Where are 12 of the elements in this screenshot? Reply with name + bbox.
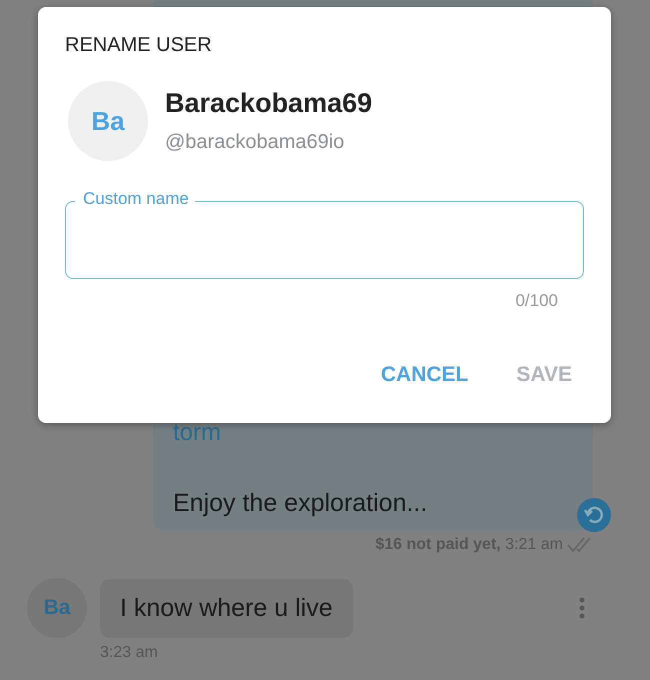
character-counter: 0/100 — [515, 291, 558, 311]
reply-icon[interactable] — [577, 498, 611, 532]
dialog-button[interactable]: CANCEL — [366, 357, 482, 393]
user-name: Barackobama69 — [165, 88, 372, 119]
user-handle: @barackobama69io — [165, 131, 346, 154]
avatar[interactable]: Ba — [27, 578, 87, 638]
more-icon[interactable] — [579, 597, 585, 619]
dialog-title: RENAME USER — [65, 34, 213, 57]
avatar: Ba — [68, 81, 148, 161]
message-link[interactable]: torm — [173, 419, 221, 447]
message-text: Enjoy the exploration... — [173, 489, 428, 518]
message-bubble: I know where u live — [100, 578, 353, 638]
